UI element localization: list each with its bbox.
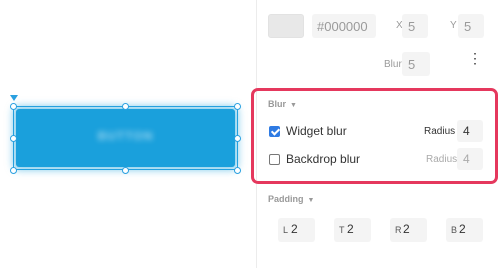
blur-section-header[interactable]: Blur ▼ <box>268 99 297 109</box>
padding-top-value: 2 <box>347 222 354 236</box>
shadow-x-input[interactable]: 5 <box>402 14 428 38</box>
resize-handle-bottom[interactable] <box>122 167 129 174</box>
blur-section-title: Blur <box>268 99 286 109</box>
resize-handle-bottom-right[interactable] <box>234 167 241 174</box>
backdrop-blur-radius-input[interactable]: 4 <box>457 148 483 170</box>
chevron-down-icon: ▼ <box>290 102 297 109</box>
chevron-down-icon: ▼ <box>307 197 315 204</box>
widget-label: BUTTON <box>97 129 154 143</box>
padding-bottom-input[interactable]: B 2 <box>446 218 483 242</box>
widget-blur-radius-label: Radius <box>424 126 456 137</box>
padding-left-value: 2 <box>291 222 298 236</box>
padding-section-header[interactable]: Padding ▼ <box>268 194 314 204</box>
shadow-y-input[interactable]: 5 <box>458 14 484 38</box>
blurred-button-widget[interactable]: BUTTON <box>16 109 235 167</box>
padding-left-input[interactable]: L 2 <box>278 218 315 242</box>
resize-handle-top[interactable] <box>122 103 129 110</box>
padding-bottom-value: 2 <box>459 222 466 236</box>
padding-bottom-letter: B <box>451 225 458 235</box>
more-options-icon[interactable]: ⋮ <box>468 51 482 72</box>
resize-handle-left[interactable] <box>10 135 17 142</box>
backdrop-blur-checkbox[interactable] <box>269 154 280 165</box>
selection-anchor-icon[interactable] <box>10 95 18 101</box>
padding-top-letter: T <box>339 225 345 235</box>
shadow-blur-input[interactable]: 5 <box>402 52 430 76</box>
padding-right-letter: R <box>395 225 402 235</box>
design-canvas[interactable]: BUTTON <box>0 0 256 268</box>
shadow-color-swatch[interactable] <box>268 14 304 38</box>
resize-handle-bottom-left[interactable] <box>10 167 17 174</box>
widget-blur-label: Widget blur <box>286 124 347 138</box>
padding-top-input[interactable]: T 2 <box>334 218 371 242</box>
shadow-blur-label: Blur <box>384 59 402 70</box>
padding-right-input[interactable]: R 2 <box>390 218 427 242</box>
padding-right-value: 2 <box>403 222 410 236</box>
resize-handle-top-left[interactable] <box>10 103 17 110</box>
backdrop-blur-radius-label: Radius <box>426 154 458 165</box>
padding-section-title: Padding <box>268 194 304 204</box>
shadow-y-label: Y <box>450 20 457 31</box>
resize-handle-right[interactable] <box>234 135 241 142</box>
widget-blur-radius-input[interactable]: 4 <box>457 120 483 142</box>
padding-left-letter: L <box>283 225 289 235</box>
widget-blur-checkbox[interactable] <box>269 126 280 137</box>
shadow-color-hex-input[interactable]: #000000 <box>312 14 376 38</box>
resize-handle-top-right[interactable] <box>234 103 241 110</box>
backdrop-blur-label: Backdrop blur <box>286 152 361 166</box>
